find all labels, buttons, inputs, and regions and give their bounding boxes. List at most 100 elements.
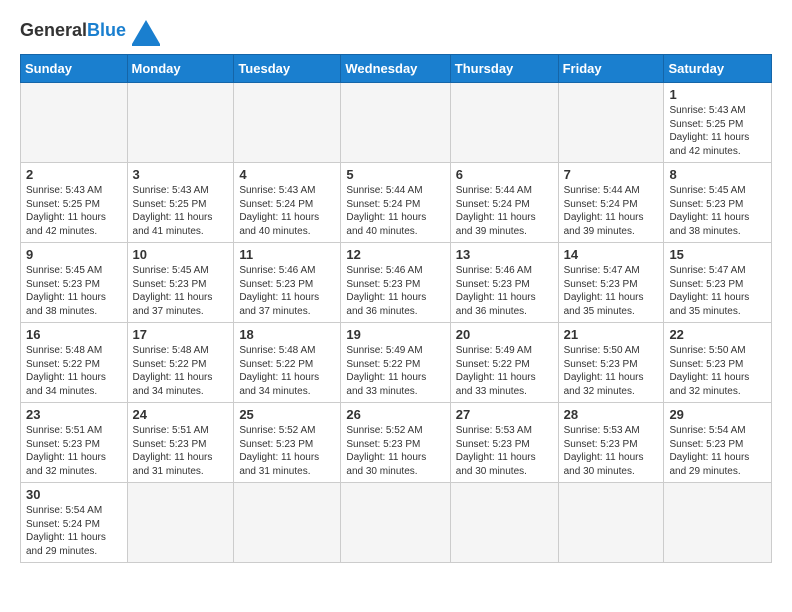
day-cell: 26Sunrise: 5:52 AM Sunset: 5:23 PM Dayli… xyxy=(341,403,450,483)
day-number: 25 xyxy=(239,407,335,422)
day-cell: 1 Sunrise: 5:43 AM Sunset: 5:25 PM Daylig… xyxy=(664,83,772,163)
day-cell xyxy=(450,483,558,563)
day-cell: 11 Sunrise: 5:46 AM Sunset: 5:23 PM Dayli… xyxy=(234,243,341,323)
page-header: GeneralBlue xyxy=(20,16,772,46)
day-info: Sunrise: 5:46 AM Sunset: 5:23 PM Dayligh… xyxy=(346,264,444,318)
week-row-3: 16 Sunrise: 5:48 AM Sunset: 5:22 PM Dayli… xyxy=(21,323,772,403)
day-cell: 30 Sunrise: 5:54 AM Sunset: 5:24 PM Dayli… xyxy=(21,483,128,563)
day-cell xyxy=(450,83,558,163)
day-info: Sunrise: 5:47 AM Sunset: 5:23 PM Dayligh… xyxy=(669,264,766,318)
weekday-header-monday: Monday xyxy=(127,55,234,83)
day-info: Sunrise: 5:45 AM Sunset: 5:23 PM Dayligh… xyxy=(133,264,229,318)
day-info: Sunrise: 5:43 AM Sunset: 5:24 PM Dayligh… xyxy=(239,184,335,238)
day-info: Sunrise: 5:43 AM Sunset: 5:25 PM Dayligh… xyxy=(26,184,122,238)
day-cell: 18 Sunrise: 5:48 AM Sunset: 5:22 PM Dayli… xyxy=(234,323,341,403)
day-info: Sunrise: 5:46 AM Sunset: 5:23 PM Dayligh… xyxy=(239,264,335,318)
logo: GeneralBlue xyxy=(20,16,162,46)
day-number: 8 xyxy=(669,167,766,182)
day-info: Sunrise: 5:45 AM Sunset: 5:23 PM Dayligh… xyxy=(669,184,766,238)
day-info: Sunrise: 5:53 AM Sunset: 5:23 PM Dayligh… xyxy=(564,424,659,478)
day-info: Sunrise: 5:44 AM Sunset: 5:24 PM Dayligh… xyxy=(456,184,553,238)
day-cell xyxy=(21,83,128,163)
day-cell: 20 Sunrise: 5:49 AM Sunset: 5:22 PM Dayli… xyxy=(450,323,558,403)
day-number: 2 xyxy=(26,167,122,182)
day-number: 14 xyxy=(564,247,659,262)
day-number: 23 xyxy=(26,407,122,422)
day-cell: 12 Sunrise: 5:46 AM Sunset: 5:23 PM Dayli… xyxy=(341,243,450,323)
logo-icon xyxy=(130,18,162,46)
day-number: 15 xyxy=(669,247,766,262)
day-number: 16 xyxy=(26,327,122,342)
day-number: 1 xyxy=(669,87,766,102)
day-number: 7 xyxy=(564,167,659,182)
day-cell: 23 Sunrise: 5:51 AM Sunset: 5:23 PM Dayli… xyxy=(21,403,128,483)
day-cell: 2 Sunrise: 5:43 AM Sunset: 5:25 PM Daylig… xyxy=(21,163,128,243)
day-number: 4 xyxy=(239,167,335,182)
day-info: Sunrise: 5:47 AM Sunset: 5:23 PM Dayligh… xyxy=(564,264,659,318)
day-info: Sunrise: 5:51 AM Sunset: 5:23 PM Dayligh… xyxy=(26,424,122,478)
weekday-header-row: SundayMondayTuesdayWednesdayThursdayFrid… xyxy=(21,55,772,83)
day-cell: 24 Sunrise: 5:51 AM Sunset: 5:23 PM Dayli… xyxy=(127,403,234,483)
day-cell: 9Sunrise: 5:45 AM Sunset: 5:23 PM Daylig… xyxy=(21,243,128,323)
day-number: 29 xyxy=(669,407,766,422)
day-info: Sunrise: 5:52 AM Sunset: 5:23 PM Dayligh… xyxy=(239,424,335,478)
weekday-header-thursday: Thursday xyxy=(450,55,558,83)
day-info: Sunrise: 5:43 AM Sunset: 5:25 PM Dayligh… xyxy=(669,104,766,158)
day-info: Sunrise: 5:52 AM Sunset: 5:23 PM Dayligh… xyxy=(346,424,444,478)
day-info: Sunrise: 5:49 AM Sunset: 5:22 PM Dayligh… xyxy=(456,344,553,398)
day-info: Sunrise: 5:44 AM Sunset: 5:24 PM Dayligh… xyxy=(346,184,444,238)
day-number: 6 xyxy=(456,167,553,182)
day-cell: 21 Sunrise: 5:50 AM Sunset: 5:23 PM Dayli… xyxy=(558,323,664,403)
day-info: Sunrise: 5:50 AM Sunset: 5:23 PM Dayligh… xyxy=(564,344,659,398)
day-number: 11 xyxy=(239,247,335,262)
day-info: Sunrise: 5:48 AM Sunset: 5:22 PM Dayligh… xyxy=(239,344,335,398)
day-number: 24 xyxy=(133,407,229,422)
day-number: 12 xyxy=(346,247,444,262)
day-cell: 16 Sunrise: 5:48 AM Sunset: 5:22 PM Dayli… xyxy=(21,323,128,403)
day-cell: 29 Sunrise: 5:54 AM Sunset: 5:23 PM Dayli… xyxy=(664,403,772,483)
day-info: Sunrise: 5:48 AM Sunset: 5:22 PM Dayligh… xyxy=(133,344,229,398)
day-info: Sunrise: 5:43 AM Sunset: 5:25 PM Dayligh… xyxy=(133,184,229,238)
day-cell xyxy=(234,483,341,563)
day-cell xyxy=(341,83,450,163)
day-info: Sunrise: 5:54 AM Sunset: 5:24 PM Dayligh… xyxy=(26,504,122,558)
day-cell: 3Sunrise: 5:43 AM Sunset: 5:25 PM Daylig… xyxy=(127,163,234,243)
day-number: 18 xyxy=(239,327,335,342)
week-row-5: 30 Sunrise: 5:54 AM Sunset: 5:24 PM Dayli… xyxy=(21,483,772,563)
day-cell: 6 Sunrise: 5:44 AM Sunset: 5:24 PM Daylig… xyxy=(450,163,558,243)
week-row-0: 1 Sunrise: 5:43 AM Sunset: 5:25 PM Daylig… xyxy=(21,83,772,163)
day-number: 30 xyxy=(26,487,122,502)
day-cell xyxy=(127,83,234,163)
day-info: Sunrise: 5:53 AM Sunset: 5:23 PM Dayligh… xyxy=(456,424,553,478)
weekday-header-friday: Friday xyxy=(558,55,664,83)
day-info: Sunrise: 5:51 AM Sunset: 5:23 PM Dayligh… xyxy=(133,424,229,478)
day-cell xyxy=(664,483,772,563)
day-info: Sunrise: 5:50 AM Sunset: 5:23 PM Dayligh… xyxy=(669,344,766,398)
day-cell: 25 Sunrise: 5:52 AM Sunset: 5:23 PM Dayli… xyxy=(234,403,341,483)
day-cell xyxy=(127,483,234,563)
weekday-header-tuesday: Tuesday xyxy=(234,55,341,83)
day-cell xyxy=(234,83,341,163)
day-number: 21 xyxy=(564,327,659,342)
day-info: Sunrise: 5:45 AM Sunset: 5:23 PM Dayligh… xyxy=(26,264,122,318)
day-cell: 28 Sunrise: 5:53 AM Sunset: 5:23 PM Dayli… xyxy=(558,403,664,483)
day-info: Sunrise: 5:48 AM Sunset: 5:22 PM Dayligh… xyxy=(26,344,122,398)
day-number: 17 xyxy=(133,327,229,342)
day-info: Sunrise: 5:46 AM Sunset: 5:23 PM Dayligh… xyxy=(456,264,553,318)
day-cell: 22Sunrise: 5:50 AM Sunset: 5:23 PM Dayli… xyxy=(664,323,772,403)
day-cell: 14 Sunrise: 5:47 AM Sunset: 5:23 PM Dayli… xyxy=(558,243,664,323)
day-number: 20 xyxy=(456,327,553,342)
day-cell: 13Sunrise: 5:46 AM Sunset: 5:23 PM Dayli… xyxy=(450,243,558,323)
weekday-header-saturday: Saturday xyxy=(664,55,772,83)
day-number: 27 xyxy=(456,407,553,422)
day-info: Sunrise: 5:54 AM Sunset: 5:23 PM Dayligh… xyxy=(669,424,766,478)
day-cell: 7 Sunrise: 5:44 AM Sunset: 5:24 PM Daylig… xyxy=(558,163,664,243)
week-row-4: 23 Sunrise: 5:51 AM Sunset: 5:23 PM Dayli… xyxy=(21,403,772,483)
weekday-header-wednesday: Wednesday xyxy=(341,55,450,83)
day-cell xyxy=(558,483,664,563)
day-info: Sunrise: 5:49 AM Sunset: 5:22 PM Dayligh… xyxy=(346,344,444,398)
day-cell: 19Sunrise: 5:49 AM Sunset: 5:22 PM Dayli… xyxy=(341,323,450,403)
day-info: Sunrise: 5:44 AM Sunset: 5:24 PM Dayligh… xyxy=(564,184,659,238)
day-number: 28 xyxy=(564,407,659,422)
day-cell xyxy=(558,83,664,163)
